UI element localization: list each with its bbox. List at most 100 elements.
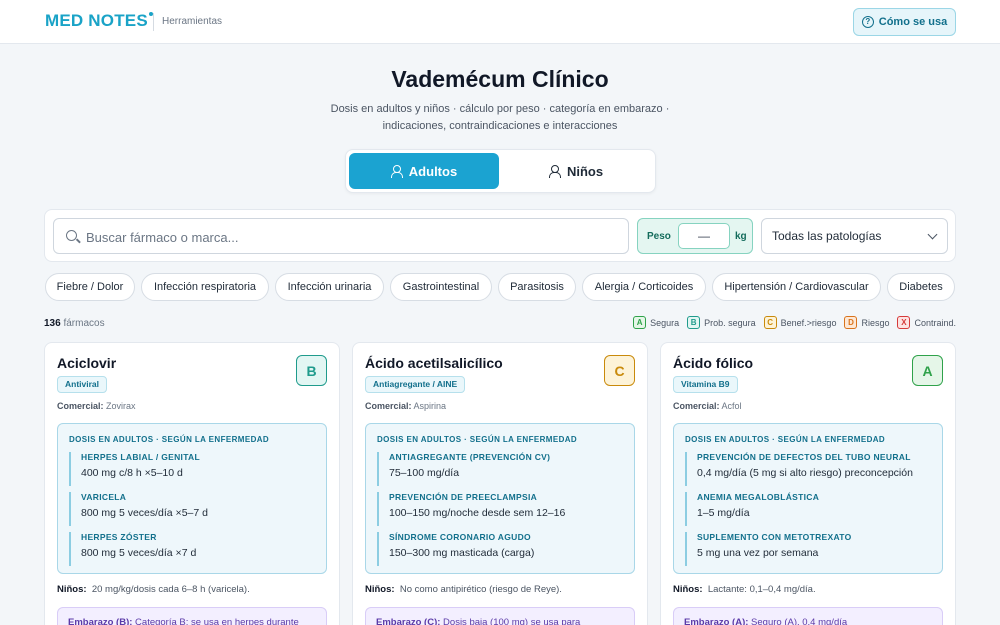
dose-item: HERPES ZÓSTER 800 mg 5 veces/día ×7 d [69, 532, 317, 566]
adult-dose-box: DOSIS EN ADULTOS · SEGÚN LA ENFERMEDAD A… [365, 423, 635, 574]
dose-indication: SÍNDROME CORONARIO AGUDO [389, 532, 531, 542]
legend-a-box: A [633, 316, 647, 329]
pregnancy-category-badge: B [296, 355, 327, 386]
how-to-use-label: Cómo se usa [878, 16, 948, 28]
dose-item: SUPLEMENTO CON METOTREXATO 5 mg una vez … [685, 532, 933, 566]
chip-alergia-corticoides[interactable]: Alergia / Corticoides [582, 273, 706, 301]
commercial-name: Comercial: Aspirina [365, 401, 446, 411]
child-person-icon [548, 164, 561, 178]
legend-c-box: C [763, 316, 777, 329]
results-count-number: 136 [44, 318, 61, 329]
search-icon [66, 230, 77, 241]
commercial-label: Comercial: [673, 401, 720, 411]
dose-value: 150–300 mg masticada (carga) [389, 547, 535, 559]
children-label: Niños: [673, 584, 703, 595]
children-dose: Niños: 20 mg/kg/dosis cada 6–8 h (varice… [57, 584, 250, 595]
children-dose: Niños: No como antipirético (riesgo de R… [365, 584, 562, 595]
weight-label: Peso [647, 231, 671, 242]
mode-children-label: Niños [566, 163, 604, 179]
dose-item: VARICELA 800 mg 5 veces/día ×5–7 d [69, 492, 317, 526]
weight-unit: kg [735, 231, 747, 242]
legend-b-box: B [687, 316, 701, 329]
pathology-select[interactable]: Todas las patologías [761, 218, 948, 254]
results-count-label: fármacos [63, 318, 105, 329]
drug-card[interactable]: Ácido acetilsalicílico Antiagregante / A… [352, 342, 648, 625]
chip-fiebre-dolor[interactable]: Fiebre / Dolor [45, 273, 135, 301]
dose-value: 100–150 mg/noche desde sem 12–16 [389, 507, 566, 519]
results-count: 136 fármacos [44, 318, 105, 329]
chip-diabetes[interactable]: Diabetes [887, 273, 955, 301]
search-box [53, 218, 629, 254]
pregnancy-label: Embarazo (A): [684, 617, 749, 625]
pregnancy-label: Embarazo (B): [68, 617, 133, 625]
commercial-value: Zovirax [106, 401, 136, 411]
mode-adults-button[interactable]: Adultos [349, 153, 499, 189]
pregnancy-label: Embarazo (C): [376, 617, 441, 625]
app-logo[interactable]: MED NOTES [45, 11, 153, 31]
drug-card[interactable]: Aciclovir Antiviral B Comercial: Zovirax… [44, 342, 340, 625]
header-divider [153, 13, 154, 31]
pregnancy-category-badge: A [912, 355, 943, 386]
dose-item: SÍNDROME CORONARIO AGUDO 150–300 mg mast… [377, 532, 625, 566]
dose-indication: HERPES LABIAL / GENITAL [81, 452, 200, 462]
children-label: Niños: [57, 584, 87, 595]
dose-item: ANTIAGREGANTE (PREVENCIÓN CV) 75–100 mg/… [377, 452, 625, 486]
adult-person-icon [390, 164, 403, 178]
chip-hipertension-cardiovascular[interactable]: Hipertensión / Cardiovascular [712, 273, 881, 301]
dose-indication: PREVENCIÓN DE DEFECTOS DEL TUBO NEURAL [697, 452, 911, 462]
pregnancy-note: Embarazo (B): Categoría B; se usa en her… [57, 607, 327, 625]
children-dose: Niños: Lactante: 0,1–0,4 mg/día. [673, 584, 816, 595]
dose-indication: VARICELA [81, 492, 127, 502]
pregnancy-value: Seguro (A). 0,4 mg/día [751, 617, 848, 625]
search-panel: Peso — kg Todas las patologías [44, 209, 956, 262]
help-icon: ? [861, 16, 874, 28]
dose-item: ANEMIA MEGALOBLÁSTICA 1–5 mg/día [685, 492, 933, 526]
pregnancy-note: Embarazo (C): Dosis baja (100 mg) se usa… [365, 607, 635, 625]
how-to-use-button[interactable]: ? Cómo se usa [853, 8, 956, 36]
pathology-select-value: Todas las patologías [772, 229, 882, 243]
tools-link[interactable]: Herramientas [162, 16, 222, 27]
page-subtitle: Dosis en adultos y niños · cálculo por p… [315, 101, 685, 135]
dose-header: DOSIS EN ADULTOS · SEGÚN LA ENFERMEDAD [377, 435, 578, 444]
commercial-name: Comercial: Acfol [673, 401, 742, 411]
mode-adults-label: Adultos [408, 163, 458, 179]
chip-infeccion-urinaria[interactable]: Infección urinaria [275, 273, 384, 301]
weight-input[interactable]: — [678, 223, 730, 249]
children-label: Niños: [365, 584, 395, 595]
dose-value: 1–5 mg/día [697, 507, 750, 519]
dose-indication: ANEMIA MEGALOBLÁSTICA [697, 492, 820, 502]
commercial-label: Comercial: [365, 401, 412, 411]
commercial-value: Acfol [721, 401, 742, 411]
legend-x-box: X [897, 316, 911, 329]
chip-parasitosis[interactable]: Parasitosis [498, 273, 576, 301]
pregnancy-note: Embarazo (A): Seguro (A). 0,4 mg/día [673, 607, 943, 625]
dose-header: DOSIS EN ADULTOS · SEGÚN LA ENFERMEDAD [69, 435, 270, 444]
pregnancy-value: Dosis baja (100 mg) se usa para [443, 617, 581, 625]
weight-box: Peso — kg [637, 218, 753, 254]
drug-card[interactable]: Ácido fólico Vitamina B9 A Comercial: Ac… [660, 342, 956, 625]
children-value: No como antipirético (riesgo de Reye). [399, 584, 562, 595]
dose-value: 5 mg una vez por semana [697, 547, 819, 559]
dose-item: PREVENCIÓN DE DEFECTOS DEL TUBO NEURAL 0… [685, 452, 933, 486]
mode-children-button[interactable]: Niños [501, 153, 651, 189]
drug-class-tag: Antiagregante / AINE [365, 376, 466, 393]
adult-dose-box: DOSIS EN ADULTOS · SEGÚN LA ENFERMEDAD P… [673, 423, 943, 574]
dose-value: 0,4 mg/día (5 mg si alto riesgo) preconc… [697, 467, 913, 479]
search-input[interactable] [86, 227, 606, 247]
patient-mode-toggle: Adultos Niños [345, 149, 656, 193]
chip-infeccion-respiratoria[interactable]: Infección respiratoria [141, 273, 269, 301]
dose-value: 75–100 mg/día [389, 467, 460, 479]
legend-x-label: Contraind. [914, 317, 956, 328]
drug-name: Ácido acetilsalicílico [365, 355, 503, 371]
dose-item: PREVENCIÓN DE PREECLAMPSIA 100–150 mg/no… [377, 492, 625, 526]
legend-b-label: Prob. segura [704, 317, 756, 328]
dose-indication: SUPLEMENTO CON METOTREXATO [697, 532, 852, 542]
chip-gastrointestinal[interactable]: Gastrointestinal [390, 273, 492, 301]
children-value: 20 mg/kg/dosis cada 6–8 h (varicela). [91, 584, 250, 595]
legend-a-label: Segura [650, 317, 680, 328]
dose-value: 800 mg 5 veces/día ×5–7 d [81, 507, 208, 519]
subtitle-line-1: Dosis en adultos y niños · cálculo por p… [330, 103, 670, 115]
dose-indication: HERPES ZÓSTER [81, 532, 157, 542]
drug-name: Aciclovir [57, 355, 117, 371]
commercial-label: Comercial: [57, 401, 104, 411]
